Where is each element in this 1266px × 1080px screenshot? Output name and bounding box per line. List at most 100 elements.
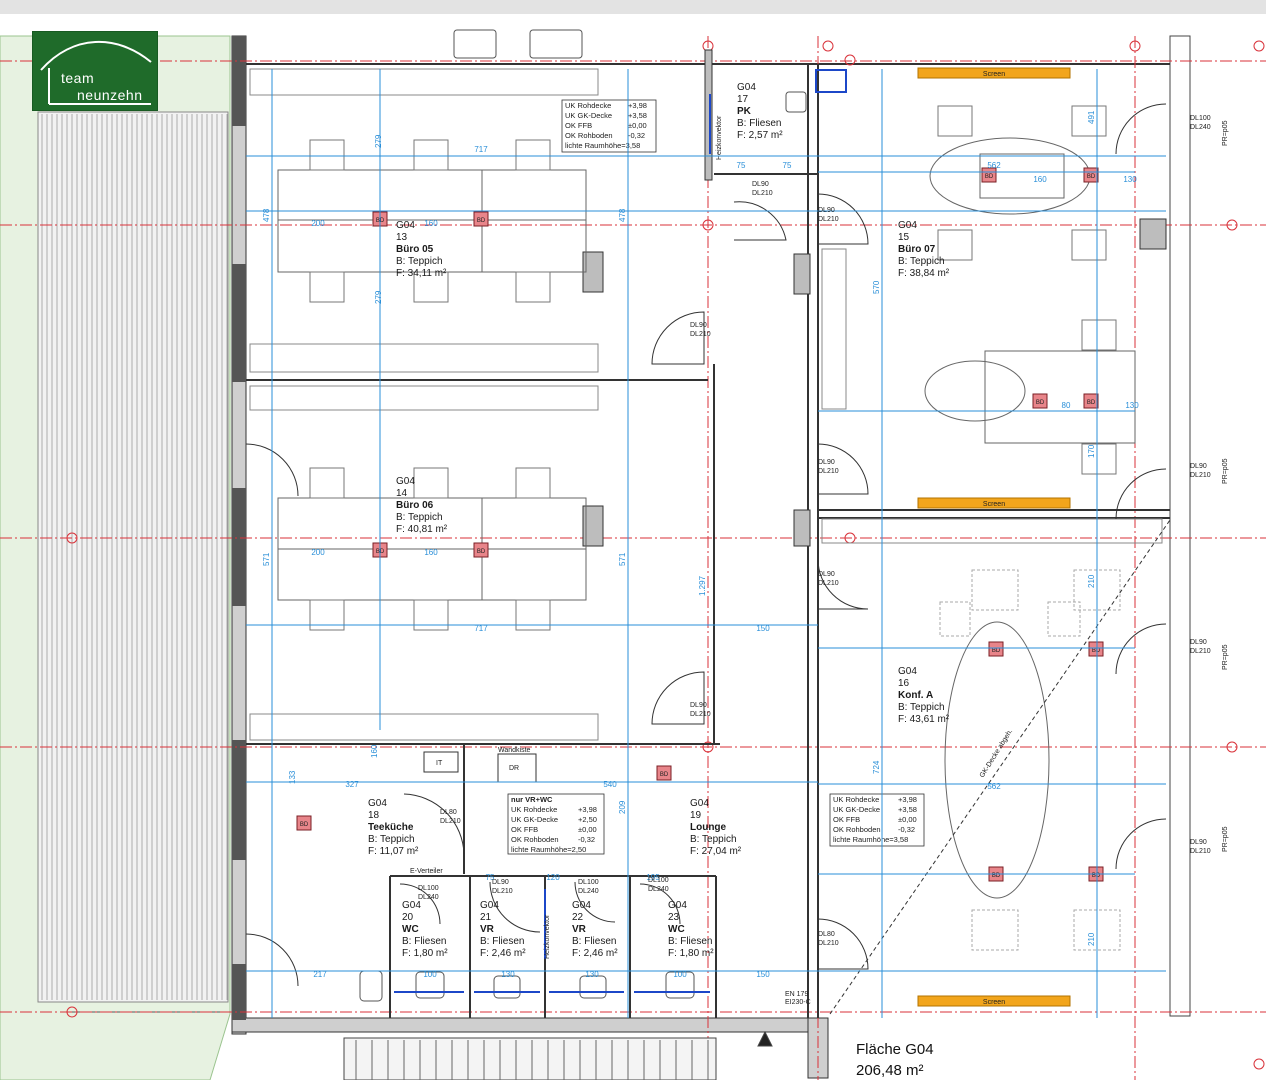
door-tag: DL90 (818, 207, 835, 214)
room-number: 15 (898, 232, 910, 243)
dim-label: 160 (370, 744, 379, 758)
room-label-13: G0413Büro 05B: TeppichF: 34,11 m² (396, 220, 447, 279)
en-label: EN 179 (785, 991, 808, 998)
door-tag: DL90 (690, 702, 707, 709)
svg-text:UK GK-Decke: UK GK-Decke (565, 111, 612, 120)
door-tag: DL210 (690, 711, 711, 718)
dim-label: 562 (987, 161, 1001, 170)
ei-label: EI230-C (785, 999, 811, 1006)
info-box-1: UK Rohdecke +3,98 UK GK-Decke +3,58 OK FFB… (561, 99, 657, 153)
chair (937, 105, 973, 137)
door-tag: DL80 (440, 809, 457, 816)
door-tag: DL90 (1190, 639, 1207, 646)
bd-label: BD (477, 549, 486, 555)
svg-text:+2,50: +2,50 (578, 815, 597, 824)
room-number: 23 (668, 912, 680, 923)
blue-fixtures (394, 69, 847, 993)
pr-label: PR=p05 (1222, 826, 1229, 852)
door-tag: DL210 (752, 190, 773, 197)
room-area: F: 1,80 m² (402, 948, 448, 959)
svg-text:+3,58: +3,58 (628, 111, 647, 120)
bd-label: BD (1087, 174, 1096, 180)
door-tag: DL90 (492, 879, 509, 886)
door-tag: DL100 (418, 885, 439, 892)
dim-label: 120 (546, 873, 560, 882)
dim-label: 570 (872, 280, 881, 294)
room-level: G04 (368, 798, 387, 809)
door-tag: DL210 (492, 888, 513, 895)
svg-text:lichte Raumhöhe=3,58: lichte Raumhöhe=3,58 (565, 141, 640, 150)
dim-label: 717 (474, 624, 488, 633)
room-name: Büro 07 (898, 244, 936, 255)
bd-label: BD (985, 174, 994, 180)
svg-text:Wandkiste: Wandkiste (498, 747, 531, 754)
door-tag: DL100 (1190, 115, 1211, 122)
screen-label: Screen (983, 71, 1005, 78)
svg-text:+3,98: +3,98 (578, 805, 597, 814)
room-level: G04 (396, 220, 415, 231)
svg-text:OK FFB: OK FFB (565, 121, 592, 130)
svg-text:-0,32: -0,32 (898, 825, 915, 834)
room-name: Büro 05 (396, 244, 434, 255)
dim-label: 209 (618, 800, 627, 814)
room-level: G04 (668, 900, 687, 911)
room-floor: B: Fliesen (737, 118, 781, 129)
svg-text:lichte Raumhöhe=2,50: lichte Raumhöhe=2,50 (511, 845, 586, 854)
dim-label: 150 (756, 970, 770, 979)
room-number: 19 (690, 810, 702, 821)
room-label-21: G0421VRB: FliesenF: 2,46 m² (480, 900, 526, 959)
chair (413, 139, 449, 171)
bd-label: BD (477, 218, 486, 224)
desks (277, 169, 587, 601)
room-level: G04 (402, 900, 421, 911)
dim-label: 327 (345, 780, 359, 789)
room-number: 16 (898, 678, 910, 689)
it-box: IT (423, 751, 459, 773)
door-tag: DL90 (690, 322, 707, 329)
svg-text:lichte Raumhöhe=3,58: lichte Raumhöhe=3,58 (833, 835, 908, 844)
room-label-20: G0420WCB: FliesenF: 1,80 m² (402, 900, 448, 959)
room-label-18: G0418TeekücheB: TeppichF: 11,07 m² (368, 798, 419, 857)
door-tag: DL90 (818, 571, 835, 578)
door-tag: DL240 (648, 886, 669, 893)
svg-text:OK FFB: OK FFB (511, 825, 538, 834)
room-name: VR (480, 924, 495, 935)
room-label-19: G0419LoungeB: TeppichF: 27,04 m² (690, 798, 742, 857)
door-tag: DL100 (648, 877, 669, 884)
svg-text:nur VR+WC: nur VR+WC (511, 795, 553, 804)
logo-text-neunzehn: neunzehn (77, 87, 143, 103)
room-floor: B: Teppich (396, 512, 443, 523)
dim-label: 478 (618, 208, 627, 222)
room-area: F: 11,07 m² (368, 846, 419, 857)
room-label-14: G0414Büro 06B: TeppichF: 40,81 m² (396, 476, 448, 535)
room-area: F: 34,11 m² (396, 268, 447, 279)
total-value: 206,48 m² (856, 1062, 924, 1079)
top-bar (0, 0, 1266, 14)
dim-label: 279 (374, 290, 383, 304)
chair (309, 139, 345, 171)
room-area: F: 2,46 m² (572, 948, 618, 959)
room-area: F: 2,46 m² (480, 948, 526, 959)
room-floor: B: Fliesen (668, 936, 712, 947)
room-label-15: G0415Büro 07B: TeppichF: 38,84 m² (898, 220, 950, 279)
dim-label: 540 (603, 780, 617, 789)
dim-label: 478 (262, 208, 271, 222)
room-floor: B: Fliesen (572, 936, 616, 947)
room-area: F: 27,04 m² (690, 846, 742, 857)
dim-label: 562 (987, 782, 1001, 791)
door-tag: DL90 (1190, 463, 1207, 470)
room-floor: B: Teppich (396, 256, 443, 267)
room-floor: B: Fliesen (480, 936, 524, 947)
chair (1081, 319, 1117, 351)
heiz-label: Heizkonvektor (544, 914, 551, 959)
room-label-23: G0423WCB: FliesenF: 1,80 m² (668, 900, 714, 959)
room-name: VR (572, 924, 587, 935)
room-name: Teeküche (368, 822, 414, 833)
screen-label: Screen (983, 501, 1005, 508)
svg-text:±0,00: ±0,00 (898, 815, 917, 824)
chair (515, 139, 551, 171)
pr-label: PR=p05 (1222, 644, 1229, 670)
door-tag: DL210 (818, 216, 839, 223)
svg-text:IT: IT (436, 760, 443, 767)
room-floor: B: Teppich (898, 256, 945, 267)
